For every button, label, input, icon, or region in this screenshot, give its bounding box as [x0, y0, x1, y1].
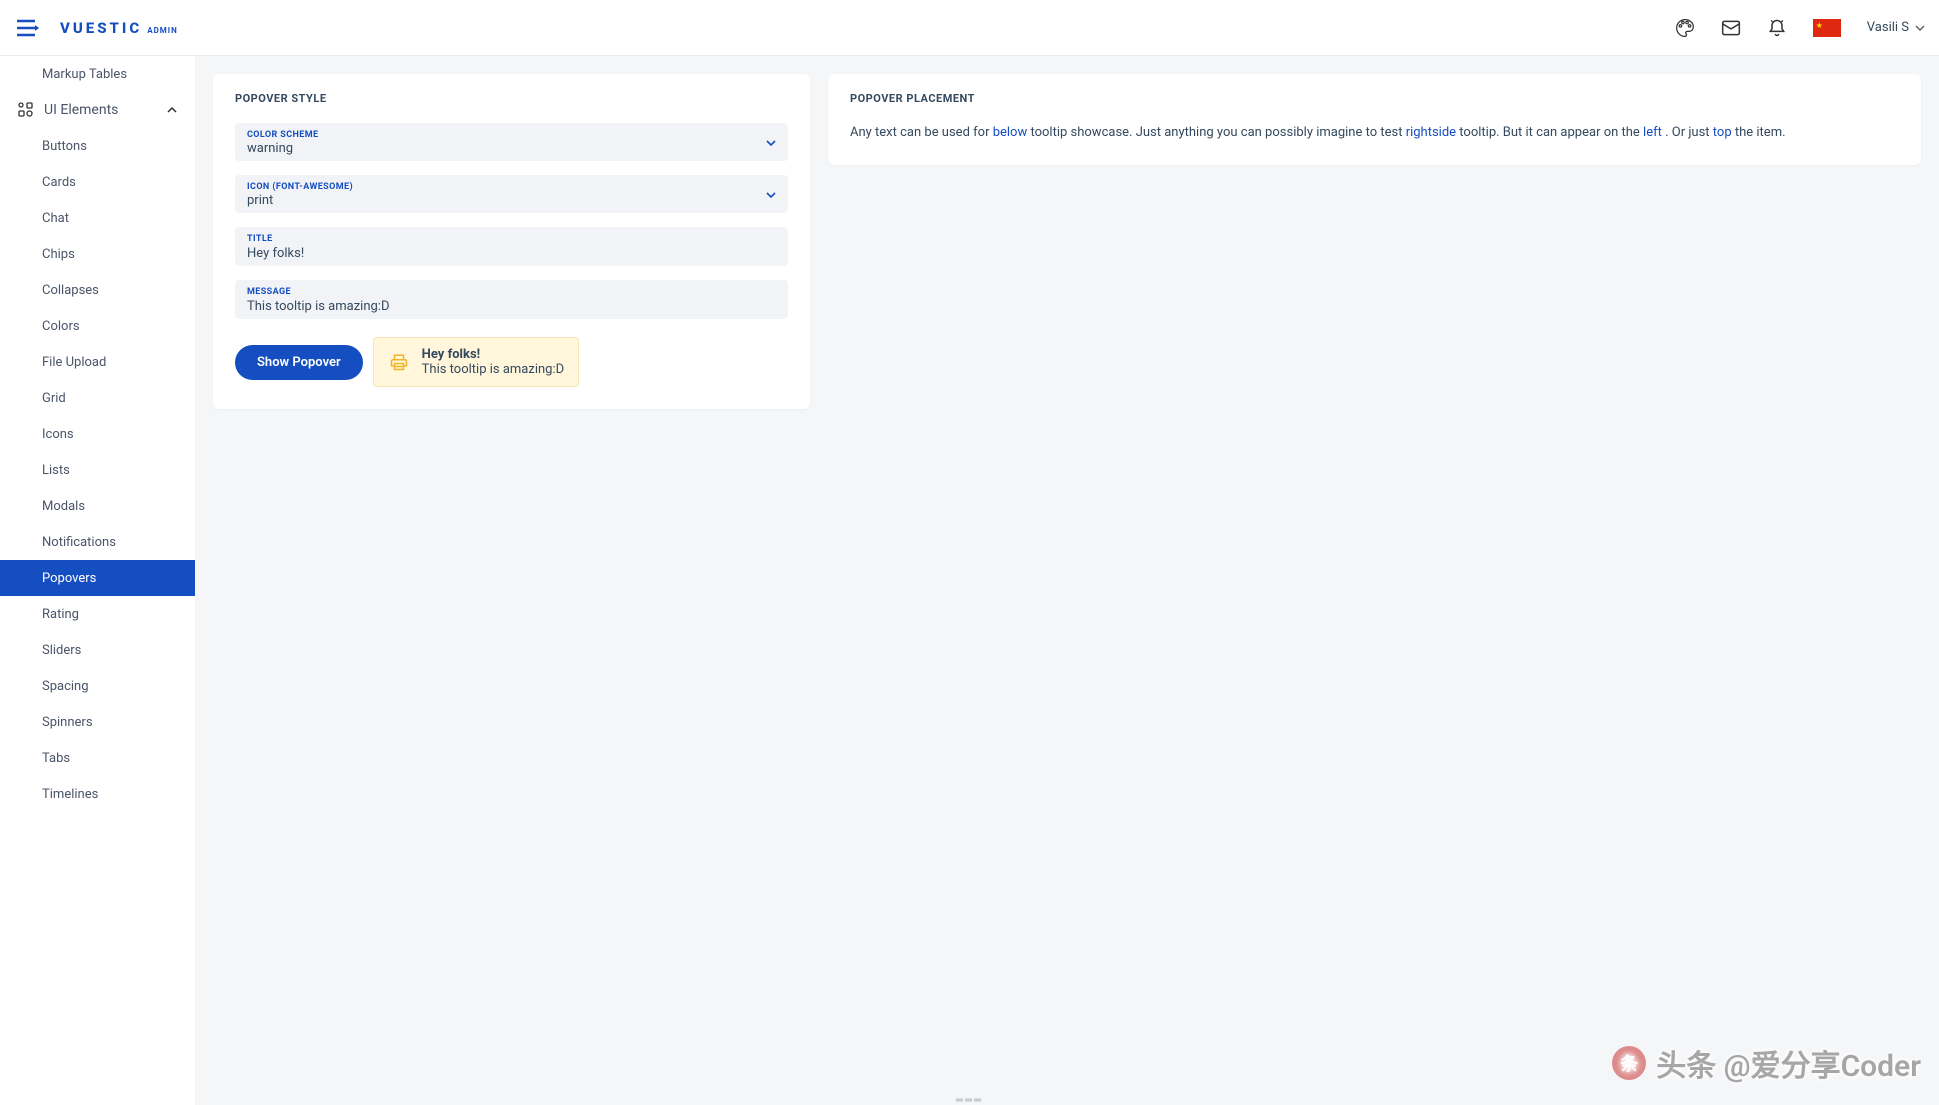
app-logo[interactable]: VUESTIC ADMIN [60, 19, 178, 37]
sidebar-item-label: Popovers [42, 571, 96, 586]
palette-icon [1675, 18, 1695, 38]
icon-value: print [247, 193, 353, 208]
sidebar-item-label: Buttons [42, 139, 87, 154]
color-scheme-select[interactable]: COLOR SCHEME warning [235, 123, 788, 161]
chevron-down-icon [766, 192, 776, 198]
language-selector[interactable] [1813, 19, 1841, 37]
sidebar-item-timelines[interactable]: Timelines [0, 776, 195, 812]
demo-row: Show Popover Hey folks! This tooltip is … [235, 337, 788, 387]
sidebar-item-label: Lists [42, 463, 70, 478]
header-actions: Vasili S [1675, 18, 1925, 38]
sidebar-item-cards[interactable]: Cards [0, 164, 195, 200]
sidebar-item-label: Cards [42, 175, 76, 190]
title-input[interactable] [247, 246, 776, 261]
sidebar-item-label: Sliders [42, 643, 81, 658]
sidebar-item-label: Collapses [42, 283, 99, 298]
title-field: TITLE [235, 227, 788, 266]
sidebar-item-collapses[interactable]: Collapses [0, 272, 195, 308]
menu-toggle-button[interactable] [14, 14, 42, 42]
sidebar-item-label: Rating [42, 607, 79, 622]
sidebar-item-grid[interactable]: Grid [0, 380, 195, 416]
popover-preview-message: This tooltip is amazing:D [422, 362, 564, 377]
sidebar-item-label: Timelines [42, 787, 98, 802]
theme-button[interactable] [1675, 18, 1695, 38]
color-scheme-value: warning [247, 141, 318, 156]
link-top[interactable]: top [1713, 125, 1732, 140]
color-scheme-label: COLOR SCHEME [247, 130, 318, 140]
sidebar-item-modals[interactable]: Modals [0, 488, 195, 524]
sidebar-item-lists[interactable]: Lists [0, 452, 195, 488]
print-icon [388, 351, 410, 373]
sidebar: Markup Tables UI Elements Buttons Cards Chat… [0, 56, 195, 1105]
watermark-icon: 条 [1612, 1046, 1646, 1080]
sidebar-item-notifications[interactable]: Notifications [0, 524, 195, 560]
sidebar-item-label: Colors [42, 319, 80, 334]
icon-label: ICON (FONT-AWESOME) [247, 182, 353, 192]
app-header: VUESTIC ADMIN Vasili S [0, 0, 1939, 56]
message-label: MESSAGE [247, 287, 776, 297]
sidebar-item-label: Markup Tables [42, 67, 127, 82]
sidebar-item-tabs[interactable]: Tabs [0, 740, 195, 776]
sidebar-item-label: Modals [42, 499, 85, 514]
logo-suffix: ADMIN [147, 26, 178, 35]
bell-icon [1767, 18, 1787, 38]
notifications-button[interactable] [1767, 18, 1787, 38]
ui-elements-icon [18, 102, 34, 118]
main-content: POPOVER STYLE COLOR SCHEME warning ICON … [195, 56, 1939, 427]
title-label: TITLE [247, 234, 776, 244]
sidebar-item-file-upload[interactable]: File Upload [0, 344, 195, 380]
sidebar-item-sliders[interactable]: Sliders [0, 632, 195, 668]
user-menu[interactable]: Vasili S [1867, 20, 1925, 35]
sidebar-item-label: Tabs [42, 751, 70, 766]
sidebar-item-label: Spacing [42, 679, 89, 694]
sidebar-item-label: UI Elements [44, 102, 118, 118]
sidebar-item-icons[interactable]: Icons [0, 416, 195, 452]
placement-text: Any text can be used for below tooltip s… [850, 123, 1899, 143]
popover-placement-card: POPOVER PLACEMENT Any text can be used f… [828, 74, 1921, 165]
sidebar-item-label: Chips [42, 247, 75, 262]
link-below[interactable]: below [993, 125, 1028, 140]
link-rightside[interactable]: rightside [1406, 125, 1456, 140]
resize-handle[interactable]: ═══ [956, 1097, 984, 1103]
sidebar-item-label: Grid [42, 391, 66, 406]
watermark: 条 头条 @爱分享Coder [1612, 1041, 1921, 1085]
sidebar-item-chips[interactable]: Chips [0, 236, 195, 272]
chevron-down-icon [766, 140, 776, 146]
sidebar-item-spacing[interactable]: Spacing [0, 668, 195, 704]
icon-select[interactable]: ICON (FONT-AWESOME) print [235, 175, 788, 213]
popover-style-card: POPOVER STYLE COLOR SCHEME warning ICON … [213, 74, 810, 409]
user-name: Vasili S [1867, 20, 1909, 35]
sidebar-item-rating[interactable]: Rating [0, 596, 195, 632]
chevron-up-icon [167, 107, 177, 113]
sidebar-item-label: Chat [42, 211, 69, 226]
message-input[interactable] [247, 299, 776, 314]
sidebar-item-label: File Upload [42, 355, 106, 370]
sidebar-item-markup-tables[interactable]: Markup Tables [0, 56, 195, 92]
sidebar-item-label: Icons [42, 427, 74, 442]
sidebar-item-colors[interactable]: Colors [0, 308, 195, 344]
sidebar-item-ui-elements[interactable]: UI Elements [0, 92, 195, 128]
sidebar-item-label: Notifications [42, 535, 116, 550]
sidebar-item-spinners[interactable]: Spinners [0, 704, 195, 740]
show-popover-button[interactable]: Show Popover [235, 345, 363, 380]
card-title-placement: POPOVER PLACEMENT [850, 92, 1899, 105]
chevron-down-icon [1915, 25, 1925, 31]
messages-button[interactable] [1721, 18, 1741, 38]
sidebar-item-chat[interactable]: Chat [0, 200, 195, 236]
card-title-style: POPOVER STYLE [235, 92, 788, 105]
popover-preview: Hey folks! This tooltip is amazing:D [373, 337, 579, 387]
message-field: MESSAGE [235, 280, 788, 319]
sidebar-item-popovers[interactable]: Popovers [0, 560, 195, 596]
sidebar-item-buttons[interactable]: Buttons [0, 128, 195, 164]
link-left[interactable]: left [1643, 125, 1662, 140]
mail-icon [1721, 18, 1741, 38]
menu-icon [17, 19, 39, 37]
popover-preview-title: Hey folks! [422, 347, 564, 362]
logo-main: VUESTIC [60, 19, 142, 37]
sidebar-item-label: Spinners [42, 715, 93, 730]
